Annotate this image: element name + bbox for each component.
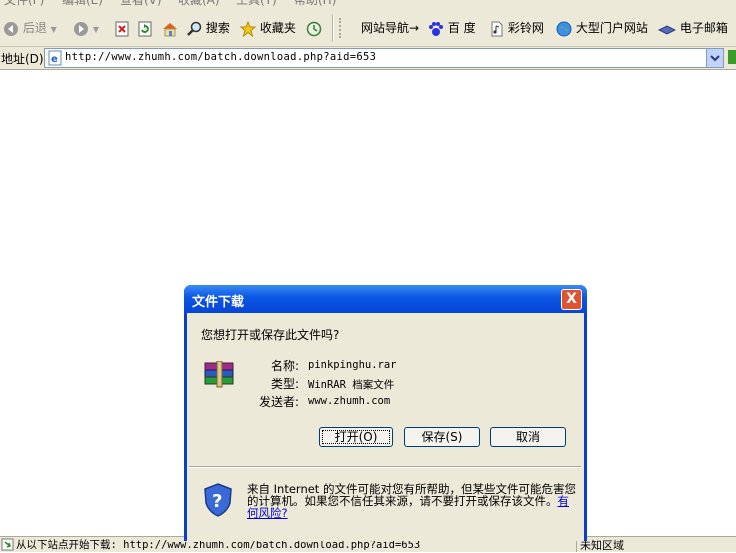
- home-icon: [163, 22, 177, 36]
- ie-page-icon: e: [48, 50, 62, 66]
- history-button[interactable]: [306, 18, 322, 38]
- go-button[interactable]: [728, 50, 736, 64]
- history-icon: [306, 21, 322, 36]
- caiyin-label: 彩铃网: [507, 21, 544, 35]
- refresh-button[interactable]: [138, 18, 152, 38]
- menu-favorites[interactable]: 收藏(A): [178, 0, 220, 8]
- stop-button[interactable]: [115, 18, 129, 38]
- save-button[interactable]: 保存(S): [404, 427, 480, 447]
- file-download-dialog: 文件下载 X 您想打开或保存此文件吗? 名称: pinkpinghu.rar 类…: [184, 285, 587, 541]
- dialog-divider: [189, 466, 581, 468]
- search-button[interactable]: 搜索: [186, 18, 230, 38]
- svg-text:e: e: [51, 54, 58, 65]
- menu-edit[interactable]: 编辑(E): [62, 0, 103, 8]
- link-caiyin[interactable]: 彩铃网: [490, 18, 544, 38]
- baidu-paw-icon: [429, 21, 443, 36]
- back-button[interactable]: 后退 ▼: [3, 18, 57, 38]
- baidu-label: 百 度: [447, 21, 476, 35]
- forward-arrow-icon: [74, 21, 88, 36]
- page-icon: [491, 21, 503, 36]
- menu-view[interactable]: 查看(V): [120, 0, 162, 8]
- favorites-button[interactable]: 收藏夹: [240, 18, 296, 38]
- portal-label: 大型门户网站: [575, 21, 648, 35]
- address-bar: 地址(D) e http://www.zhumh.com/batch.downl…: [0, 47, 736, 70]
- back-label: 后退: [22, 21, 47, 35]
- file-name-value: pinkpinghu.rar: [308, 359, 397, 371]
- star-icon: [240, 20, 256, 37]
- svg-text:?: ?: [212, 491, 222, 512]
- dialog-question: 您想打开或保存此文件吗?: [201, 328, 340, 342]
- open-button[interactable]: 打开(O): [319, 427, 393, 447]
- link-email[interactable]: 电子邮箱: [658, 18, 728, 38]
- file-type-value: WinRAR 档案文件: [308, 379, 395, 391]
- mail-icon: [658, 24, 676, 35]
- globe-icon: [556, 21, 572, 36]
- file-name-label: 名称:: [270, 359, 299, 373]
- address-label: 地址(D): [1, 52, 44, 66]
- address-dropdown-button[interactable]: [706, 49, 723, 67]
- chevron-down-icon: [710, 55, 720, 62]
- link-nav[interactable]: 网站导航→: [361, 18, 419, 38]
- refresh-icon: [138, 21, 152, 36]
- home-button[interactable]: [162, 18, 178, 38]
- security-shield-icon: ?: [204, 483, 232, 517]
- favorites-label: 收藏夹: [259, 21, 296, 35]
- search-icon: [187, 21, 202, 36]
- email-label: 电子邮箱: [679, 21, 728, 35]
- search-label: 搜索: [205, 21, 230, 35]
- dialog-title-bar[interactable]: 文件下载 X: [184, 285, 587, 313]
- warning-text: 来自 Internet 的文件可能对您有所帮助，但某些文件可能危害您的计算机。如…: [247, 482, 576, 508]
- dialog-close-button[interactable]: X: [561, 289, 582, 310]
- forward-dropdown-icon[interactable]: ▼: [93, 25, 99, 34]
- menu-file[interactable]: 文件(F): [4, 0, 44, 8]
- menu-bar: 文件(F) 编辑(E) 查看(V) 收藏(A) 工具(T) 帮助(H): [0, 0, 736, 8]
- forward-button[interactable]: ▼: [73, 18, 99, 38]
- toolbar: 后退 ▼ ▼ 搜索 收藏夹 网站导航→ 百 度 彩铃网 大型门户网站 电子邮箱: [0, 8, 736, 47]
- toolbar-separator: [332, 14, 334, 42]
- dialog-title: 文件下载: [192, 295, 245, 310]
- address-input[interactable]: e http://www.zhumh.com/batch.download.ph…: [44, 48, 724, 68]
- menu-help[interactable]: 帮助(H): [294, 0, 336, 8]
- toolbar-grip[interactable]: [339, 18, 349, 38]
- link-portal[interactable]: 大型门户网站: [556, 18, 648, 38]
- stop-icon: [115, 21, 129, 36]
- link-baidu[interactable]: 百 度: [428, 18, 476, 38]
- close-icon: X: [566, 291, 577, 307]
- file-type-label: 类型:: [270, 377, 299, 391]
- download-status-icon: [1, 538, 14, 551]
- back-dropdown-icon[interactable]: ▼: [51, 25, 57, 34]
- menu-tools[interactable]: 工具(T): [236, 0, 277, 8]
- sender-label: 发送者:: [258, 395, 299, 409]
- cancel-button[interactable]: 取消: [490, 427, 566, 447]
- address-url: http://www.zhumh.com/batch.download.php?…: [65, 51, 377, 63]
- back-arrow-icon: [4, 21, 18, 36]
- dialog-body: 您想打开或保存此文件吗? 名称: pinkpinghu.rar 类型: WinR…: [187, 313, 584, 541]
- sender-value: www.zhumh.com: [308, 395, 391, 407]
- security-warning: 来自 Internet 的文件可能对您有所帮助，但某些文件可能危害您的计算机。如…: [247, 483, 577, 519]
